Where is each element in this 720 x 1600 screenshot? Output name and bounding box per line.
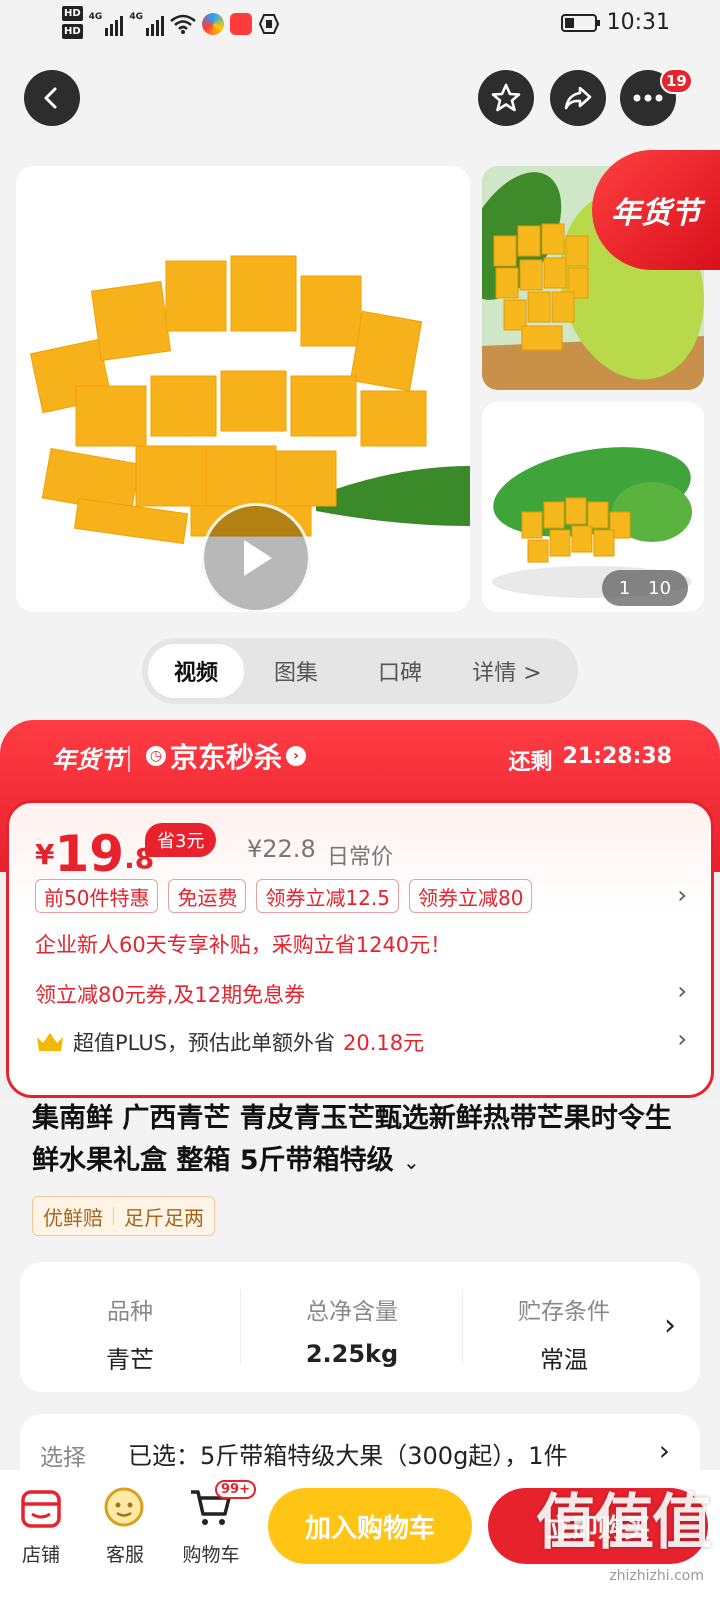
chevron-down-icon[interactable]: ⌄ <box>403 1150 420 1174</box>
spec-item: 贮存条件 常温 <box>518 1299 610 1374</box>
tab-video[interactable]: 视频 <box>148 644 244 698</box>
tab-reviews[interactable]: 口碑 <box>348 644 452 698</box>
watermark-logo: 值值值 <box>536 1488 712 1558</box>
chevron-right-icon[interactable]: › <box>664 1308 676 1343</box>
shop-button[interactable]: 店铺 <box>6 1482 76 1567</box>
selected-sku: 已选：5斤带箱特级大果（300g起），1件 <box>128 1442 568 1470</box>
coupon-link[interactable]: 领立减80元券,及12期免息券 <box>35 979 305 1009</box>
subsidy-text: 企业新人60天专享补贴，采购立省1240元！ <box>35 933 452 957</box>
promo-chips[interactable]: 前50件特惠 免运费 领券立减12.5 领券立减80 <box>35 879 533 913</box>
customer-service-button[interactable]: 客服 <box>90 1482 160 1567</box>
festival-badge: 年货节 <box>592 150 720 270</box>
share-icon <box>564 86 592 110</box>
seckill-header[interactable]: 年货节 ◷ 京东秒杀 › 还剩 21:28:38 <box>0 720 720 802</box>
clock-icon: ◷ <box>146 746 166 766</box>
signal-icon: 4G <box>89 12 124 36</box>
service-tag: 优鲜赔 <box>43 1205 103 1230</box>
shield-icon <box>258 14 280 34</box>
share-button[interactable] <box>550 70 606 126</box>
festival-logo: 年货节 <box>52 746 124 774</box>
cart-button[interactable]: 99+ 购物车 <box>176 1480 256 1567</box>
status-bar: HD HD 4G 4G 10:31 <box>0 0 720 50</box>
divider <box>240 1290 241 1364</box>
countdown: 还剩 21:28:38 <box>508 744 672 775</box>
select-label: 选择 <box>40 1445 86 1471</box>
promo-chip[interactable]: 前50件特惠 <box>35 879 159 913</box>
wifi-icon <box>170 14 196 34</box>
original-price-label: 日常价 <box>327 845 394 870</box>
spec-item: 品种 青芒 <box>106 1299 154 1374</box>
app-notification-icon-2 <box>229 13 252 35</box>
watermark-url: zhizhizhi.com <box>609 1568 704 1584</box>
current-price: ¥ 19 .8 <box>35 825 155 883</box>
product-main-image[interactable] <box>16 166 470 612</box>
chevron-left-icon <box>44 87 57 109</box>
chevron-right-icon[interactable]: › <box>677 977 687 1005</box>
price-card: ¥ 19 .8 省3元 ¥22.8 日常价 前50件特惠 免运费 领券立减12.… <box>6 800 714 1098</box>
more-icon <box>633 94 663 102</box>
original-price: ¥22.8 <box>247 835 316 863</box>
spec-summary[interactable]: 品种 青芒 总净含量 2.25kg 贮存条件 常温 › <box>20 1262 700 1392</box>
hd-indicator: HD HD <box>62 6 83 39</box>
plus-savings[interactable]: 超值PLUS，预估此单额外省 20.18元 <box>35 1027 424 1057</box>
divider <box>128 746 130 772</box>
play-icon <box>244 540 272 576</box>
tab-gallery[interactable]: 图集 <box>244 644 348 698</box>
message-count-badge: 19 <box>660 68 693 94</box>
battery-icon <box>560 13 600 32</box>
promo-chip[interactable]: 领券立减80 <box>408 879 533 913</box>
tab-details[interactable]: 详情 > <box>452 644 562 698</box>
chevron-right-icon[interactable]: › <box>677 881 687 909</box>
signal-icon-2: 4G <box>129 12 164 36</box>
service-icon <box>104 1487 144 1527</box>
promo-chip[interactable]: 领券立减12.5 <box>256 879 399 913</box>
product-title[interactable]: 集南鲜 广西青芒 青皮青玉芒甄选新鲜热带芒果时令生鲜水果礼盒 整箱 5斤带箱特级… <box>32 1098 672 1183</box>
chevron-right-icon: › <box>286 746 307 766</box>
save-badge: 省3元 <box>145 823 217 857</box>
image-counter: 1 10 <box>602 570 688 606</box>
add-to-cart-button[interactable]: 加入购物车 <box>268 1488 472 1564</box>
media-tabs: 视频 图集 口碑 详情 > <box>142 638 578 704</box>
star-icon <box>491 83 521 112</box>
seckill-brand[interactable]: ◷ 京东秒杀 › <box>146 736 307 776</box>
clock: 10:31 <box>606 10 670 35</box>
promo-chip[interactable]: 免运费 <box>168 879 247 913</box>
spec-item: 总净含量 2.25kg <box>305 1299 399 1368</box>
cart-count-badge: 99+ <box>215 1480 256 1499</box>
back-button[interactable] <box>24 70 80 126</box>
app-notification-icon <box>201 13 224 35</box>
service-tags[interactable]: 优鲜赔 足斤足两 <box>32 1196 215 1236</box>
favorite-button[interactable] <box>478 70 534 126</box>
play-video-button[interactable] <box>201 503 311 612</box>
chevron-right-icon[interactable]: › <box>677 1025 687 1053</box>
divider <box>462 1290 463 1364</box>
crown-icon <box>37 1033 63 1051</box>
shop-icon <box>21 1490 61 1528</box>
service-tag: 足斤足两 <box>124 1205 204 1230</box>
chevron-right-icon[interactable]: › <box>659 1434 670 1467</box>
